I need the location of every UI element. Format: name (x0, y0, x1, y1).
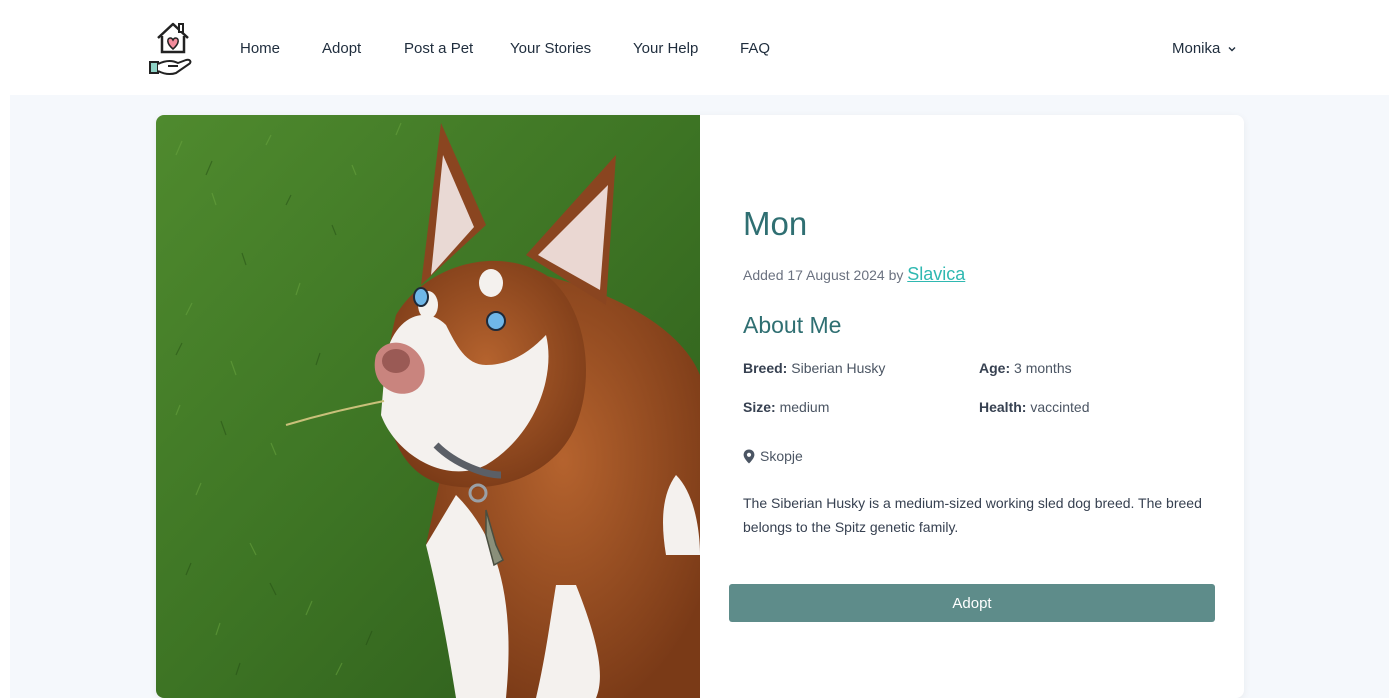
age-attribute: Age: 3 months (979, 360, 1072, 376)
map-pin-icon (743, 449, 755, 463)
nav-adopt[interactable]: Adopt (322, 40, 361, 57)
size-attribute: Size: medium (743, 399, 829, 415)
nav-faq[interactable]: FAQ (740, 40, 770, 57)
age-label: Age: (979, 360, 1011, 376)
size-value: medium (779, 399, 830, 415)
nav-your-help[interactable]: Your Help (633, 40, 698, 57)
age-value: 3 months (1014, 360, 1072, 376)
home-heart-logo-icon[interactable] (148, 18, 198, 78)
size-label: Size: (743, 399, 776, 415)
author-link[interactable]: Slavica (907, 264, 965, 284)
user-menu[interactable]: Monika (1172, 40, 1236, 57)
top-navbar: Home Adopt Post a Pet Your Stories Your … (0, 0, 1389, 95)
pet-description: The Siberian Husky is a medium-sized wor… (743, 495, 1202, 535)
about-me-heading: About Me (743, 312, 842, 338)
chevron-down-icon (1228, 46, 1236, 51)
added-info: Added 17 August 2024 by Slavica (743, 264, 965, 285)
location: Skopje (743, 448, 803, 464)
husky-puppy-photo (156, 115, 700, 698)
nav-your-stories[interactable]: Your Stories (510, 40, 591, 57)
nav-post-a-pet[interactable]: Post a Pet (404, 40, 473, 57)
health-label: Health: (979, 399, 1027, 415)
added-date-text: Added 17 August 2024 by (743, 267, 904, 283)
location-text: Skopje (760, 448, 803, 464)
breed-attribute: Breed: Siberian Husky (743, 360, 885, 376)
user-name: Monika (1172, 40, 1221, 57)
pet-name-heading: Mon (743, 205, 808, 242)
adopt-button[interactable]: Adopt (729, 584, 1215, 622)
health-value: vaccinted (1030, 399, 1090, 415)
health-attribute: Health: vaccinted (979, 399, 1090, 415)
breed-value: Siberian Husky (791, 360, 886, 376)
nav-home[interactable]: Home (240, 40, 280, 57)
breed-label: Breed: (743, 360, 788, 376)
